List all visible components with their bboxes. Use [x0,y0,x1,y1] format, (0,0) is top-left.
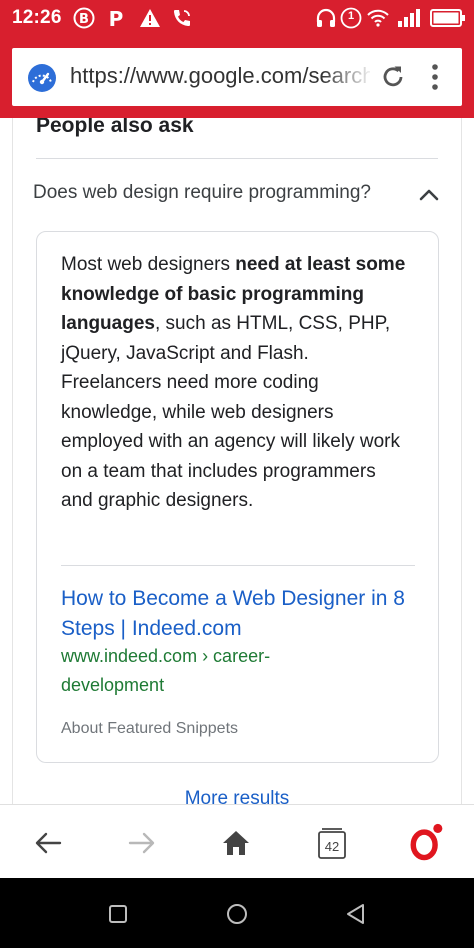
opera-menu-icon[interactable] [406,823,446,863]
tabs-icon[interactable]: 42 [312,823,352,863]
url-fade [322,58,374,96]
svg-text:P: P [109,8,124,28]
divider [61,565,415,566]
b-circle-icon: B [72,7,96,29]
cell-signal-icon [396,7,424,29]
section-title: People also ask [36,118,194,137]
wifi-icon [366,7,390,29]
warning-icon [138,7,162,29]
system-nav-bar [0,878,474,948]
tabs-count: 42 [324,838,340,854]
chevron-up-icon[interactable] [416,182,442,208]
snippet-text-part: Most web designers [61,254,236,275]
status-bar: 12:26 B P 1 [0,0,474,36]
browser-header: https://www.google.com/search [0,36,474,118]
divider [36,158,438,159]
about-featured-snippets[interactable]: About Featured Snippets [61,720,238,738]
snippet-text: Most web designers need at least some kn… [61,250,411,516]
page-content: People also ask Does web design require … [0,118,474,804]
address-bar[interactable]: https://www.google.com/search [12,48,462,106]
forward-arrow-icon[interactable] [122,823,162,863]
browser-toolbar: 42 [0,804,474,878]
signal-badge-icon: 1 [340,7,362,29]
more-results-link[interactable]: More results [0,788,474,804]
speed-dial-icon[interactable] [26,62,58,92]
snippet-text-part: , such as HTML, CSS, PHP, jQuery, JavaSc… [61,313,400,511]
svg-text:B: B [79,12,89,27]
result-url[interactable]: www.indeed.com › career-development [61,642,361,700]
wifi-call-icon [170,7,194,29]
question-toggle[interactable]: Does web design require programming? [33,182,371,204]
featured-snippet: Most web designers need at least some kn… [36,231,439,763]
back-triangle-icon[interactable] [342,900,370,928]
headphones-icon [314,7,338,29]
result-link[interactable]: How to Become a Web Designer in 8 Steps … [61,584,421,644]
more-menu-icon[interactable] [424,61,446,93]
signal-badge-text: 1 [347,10,355,22]
home-icon[interactable] [216,823,256,863]
status-time: 12:26 [12,7,62,28]
home-circle-icon[interactable] [223,900,251,928]
recents-square-icon[interactable] [104,900,132,928]
parking-icon: P [106,7,126,29]
battery-icon [430,7,466,29]
reload-icon[interactable] [378,62,408,92]
back-arrow-icon[interactable] [28,823,68,863]
